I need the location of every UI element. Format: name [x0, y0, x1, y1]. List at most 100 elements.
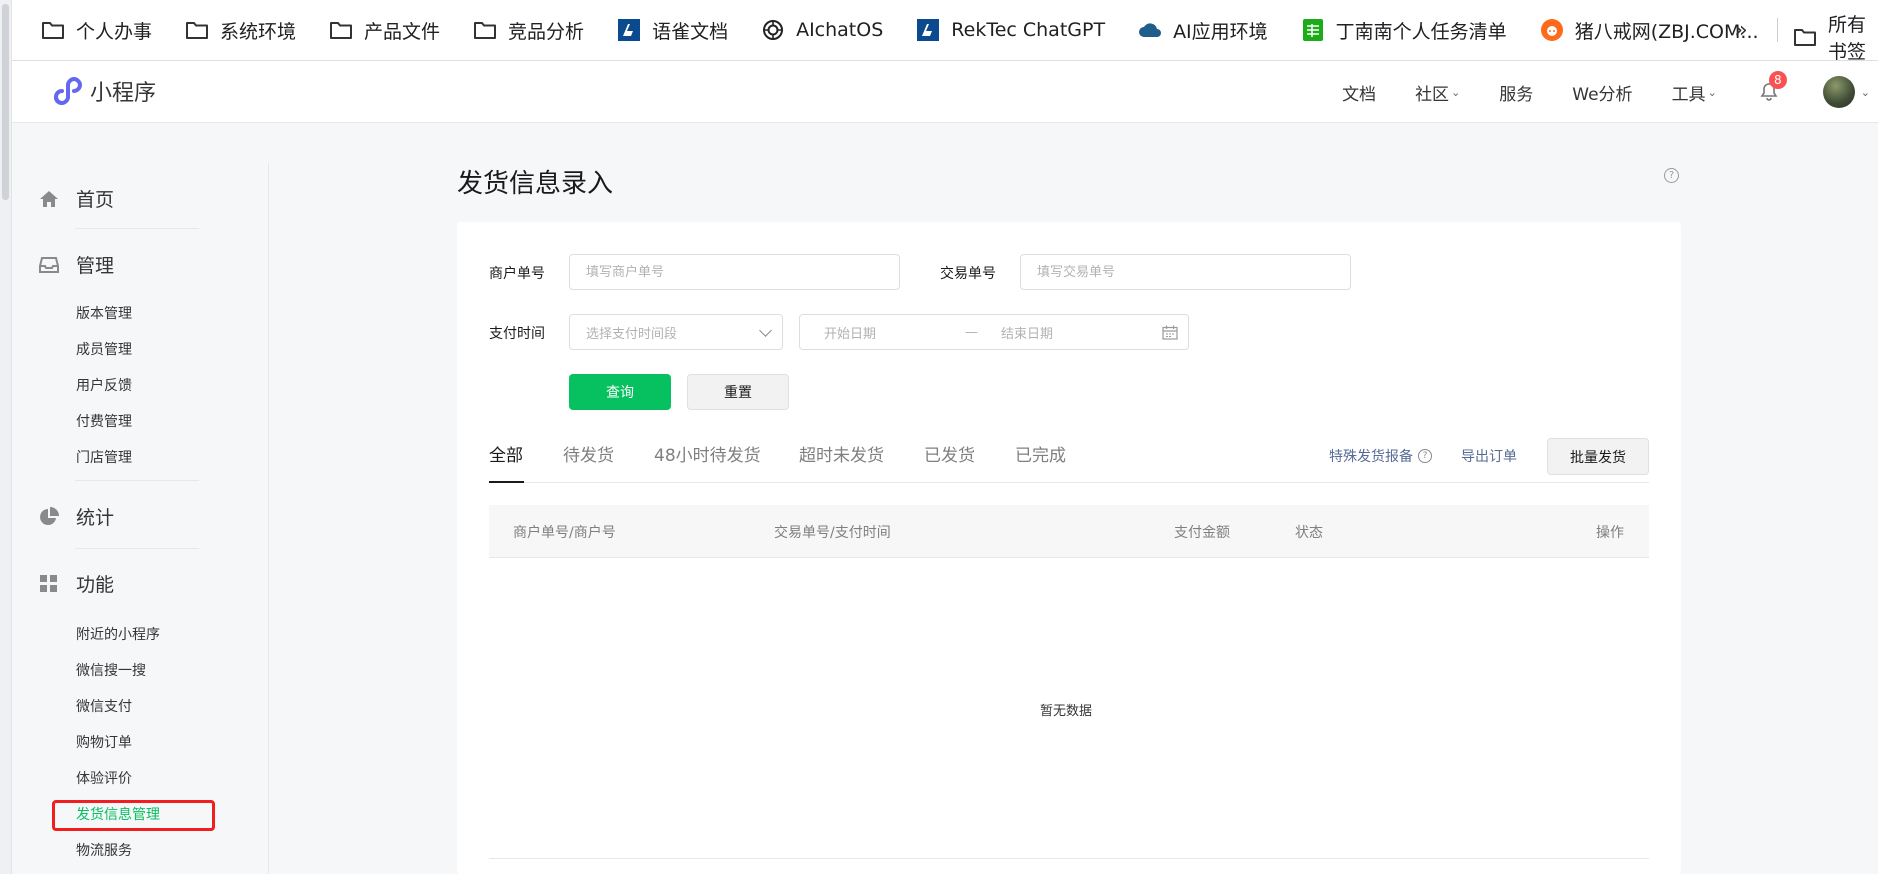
scrollbar-thumb[interactable] [2, 4, 9, 200]
nav-we-analysis[interactable]: We分析 [1572, 80, 1632, 105]
folder-icon [184, 19, 210, 41]
sidebar-group-stats[interactable]: 统计 [38, 503, 114, 530]
bookmark-label: 竞品分析 [508, 20, 585, 43]
sidebar-item-shopping-orders[interactable]: 购物订单 [76, 732, 132, 752]
tab-all[interactable]: 全部 [489, 441, 523, 466]
folder-icon [472, 19, 498, 41]
sidebar-item-nearby[interactable]: 附近的小程序 [76, 624, 160, 644]
sidebar-group-home[interactable]: 首页 [38, 185, 114, 212]
bookmarks-divider [1777, 18, 1778, 42]
column-header: 支付金额 [1174, 525, 1230, 541]
nav-links: 文档 社区 ⌄ 服务 We分析 工具 ⌄ 8 ⌄ [1303, 61, 1878, 123]
bookmark-label: AI应用环境 [1173, 20, 1268, 43]
merchant-no-input[interactable] [586, 264, 899, 280]
chevron-down-icon[interactable]: ⌄ [1861, 86, 1870, 99]
rektec-icon [915, 19, 941, 41]
bookmark-item[interactable]: 个人办事 [30, 10, 162, 50]
special-report-label: 特殊发货报备 [1329, 449, 1413, 465]
home-icon [38, 188, 60, 210]
sidebar-item-experience-review[interactable]: 体验评价 [76, 768, 132, 788]
all-bookmarks-label: 所有书签 [1828, 14, 1867, 63]
bookmark-item[interactable]: 竞品分析 [462, 10, 594, 50]
start-date-field[interactable]: 开始日期 [824, 315, 876, 349]
tab-completed[interactable]: 已完成 [1015, 441, 1066, 466]
bookmark-label: 丁南南个人任务清单 [1335, 20, 1507, 43]
openai-icon [760, 19, 786, 41]
sidebar-item-stores[interactable]: 门店管理 [76, 447, 132, 467]
bookmark-item[interactable]: AI应用环境 [1127, 10, 1278, 50]
sidebar-item-wechat-pay[interactable]: 微信支付 [76, 696, 132, 716]
highlight-box [52, 800, 215, 831]
sidebar-group-features[interactable]: 功能 [38, 570, 114, 597]
question-icon[interactable]: ? [1418, 449, 1432, 463]
help-icon[interactable]: ? [1664, 168, 1679, 183]
bookmark-item[interactable]: 语雀文档 [606, 10, 738, 50]
calendar-icon[interactable] [1162, 325, 1178, 344]
column-header: 操作 [1596, 525, 1624, 541]
window-edge-scrollbar[interactable] [0, 0, 12, 874]
bookmark-label: 个人办事 [76, 20, 153, 43]
nav-docs[interactable]: 文档 [1342, 80, 1376, 105]
chevron-down-icon [759, 324, 772, 337]
folder-icon [1792, 26, 1818, 48]
bookmarks-bar: 个人办事 系统环境 产品文件 竞品分析 语雀文档 AIchatOS RekTec… [12, 0, 1878, 61]
tab-overdue[interactable]: 超时未发货 [799, 441, 884, 466]
special-report-link[interactable]: 特殊发货报备 ? [1329, 446, 1432, 466]
brand[interactable]: 小程序 [50, 75, 156, 107]
sidebar-group-label: 首页 [76, 189, 115, 211]
nav-community[interactable]: 社区 ⌄ [1415, 80, 1460, 105]
bookmark-item[interactable]: 产品文件 [318, 10, 450, 50]
bookmark-label: 语雀文档 [652, 20, 729, 43]
date-separator: — [965, 324, 978, 340]
tab-pending[interactable]: 待发货 [563, 441, 614, 466]
pay-time-select[interactable]: 选择支付时间段 [569, 314, 783, 350]
active-tab-indicator [489, 481, 524, 483]
folder-icon [328, 19, 354, 41]
sidebar-group-label: 功能 [76, 574, 115, 596]
reset-button[interactable]: 重置 [687, 374, 789, 410]
sidebar-divider [75, 228, 199, 229]
bookmark-label: 系统环境 [220, 20, 297, 43]
grid-icon [38, 573, 60, 595]
bookmark-item[interactable]: 系统环境 [174, 10, 306, 50]
tab-shipped[interactable]: 已发货 [924, 441, 975, 466]
nav-service[interactable]: 服务 [1499, 80, 1533, 105]
page-title: 发货信息录入 [457, 169, 614, 199]
notification-button[interactable]: 8 [1757, 71, 1787, 104]
miniprogram-logo-icon [50, 75, 83, 107]
bookmark-label: 产品文件 [364, 20, 441, 43]
sidebar-item-version[interactable]: 版本管理 [76, 303, 132, 323]
all-bookmarks-button[interactable]: 所有书签 [1792, 10, 1878, 64]
nav-tools[interactable]: 工具 ⌄ [1672, 80, 1717, 105]
pay-time-label: 支付时间 [489, 326, 545, 342]
sidebar-item-wechat-search[interactable]: 微信搜一搜 [76, 660, 146, 680]
trade-no-input[interactable] [1037, 264, 1350, 280]
batch-ship-button[interactable]: 批量发货 [1547, 438, 1649, 475]
bookmarks-overflow-button[interactable]: » [1724, 12, 1758, 48]
notification-badge: 8 [1768, 71, 1787, 89]
sidebar-item-feedback[interactable]: 用户反馈 [76, 375, 132, 395]
pie-chart-icon [38, 506, 60, 528]
avatar[interactable] [1822, 76, 1855, 108]
tab-48h-pending[interactable]: 48小时待发货 [654, 441, 761, 466]
bookmark-item[interactable]: AIchatOS [750, 10, 893, 50]
bookmark-item[interactable]: 丁南南个人任务清单 [1290, 10, 1517, 50]
query-button[interactable]: 查询 [569, 374, 671, 410]
sidebar-item-logistics[interactable]: 物流服务 [76, 840, 132, 860]
sidebar-item-members[interactable]: 成员管理 [76, 339, 132, 359]
date-range-picker[interactable]: 开始日期 — 结束日期 [799, 314, 1189, 350]
column-header: 状态 [1295, 525, 1323, 541]
merchant-no-field[interactable] [569, 254, 900, 290]
export-orders-link[interactable]: 导出订单 [1461, 446, 1517, 466]
sidebar-item-payment-manage[interactable]: 付费管理 [76, 411, 132, 431]
sidebar-group-label: 管理 [76, 255, 115, 277]
end-date-field[interactable]: 结束日期 [1001, 315, 1053, 349]
column-header: 交易单号/支付时间 [774, 525, 891, 541]
column-header: 商户单号/商户号 [513, 525, 616, 541]
trade-no-field[interactable] [1020, 254, 1351, 290]
table-bottom-border [489, 858, 1649, 859]
bookmark-label: RekTec ChatGPT [951, 19, 1106, 41]
bookmark-item[interactable]: RekTec ChatGPT [905, 10, 1115, 50]
sidebar-group-manage[interactable]: 管理 [38, 251, 114, 278]
chevron-down-icon: ⌄ [1707, 85, 1717, 99]
